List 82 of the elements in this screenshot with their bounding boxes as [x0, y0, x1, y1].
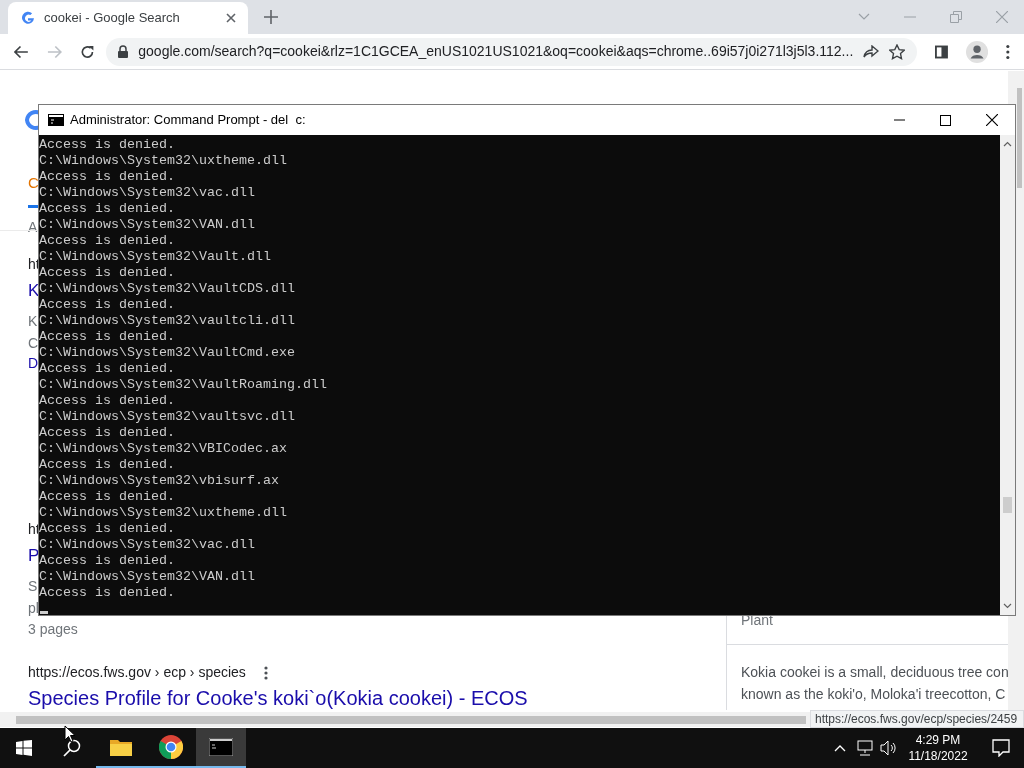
chevron-up-icon[interactable]: [834, 744, 846, 752]
share-icon[interactable]: [863, 44, 880, 59]
clock-date[interactable]: 11/18/2022: [908, 748, 968, 764]
console-line: C:\Windows\System32\VaultRoaming.dll: [39, 377, 327, 393]
console-line: Access is denied.: [39, 425, 175, 441]
page-text: S: [28, 577, 38, 596]
mouse-pointer-icon: [64, 725, 76, 743]
notification-icon[interactable]: [992, 739, 1010, 757]
console-line: Access is denied.: [39, 329, 175, 345]
search-icon: [63, 739, 81, 757]
page-text: C: [28, 334, 39, 353]
menu-icon[interactable]: [1006, 43, 1010, 60]
console-line: C:\Windows\System32\vac.dll: [39, 185, 255, 201]
close-icon[interactable]: [226, 13, 236, 23]
windows-logo-icon: [16, 740, 32, 756]
console-line: C:\Windows\System32\VaultCmd.exe: [39, 345, 295, 361]
maximize-icon[interactable]: [940, 114, 951, 126]
console-line: C:\Windows\System32\VBICodec.ax: [39, 441, 287, 457]
window-title: Administrator: Command Prompt - del c:: [70, 111, 306, 130]
console-line: Access is denied.: [39, 393, 175, 409]
console-scrollbar[interactable]: [1000, 135, 1015, 615]
scrollbar-thumb[interactable]: [1003, 497, 1012, 513]
tab-title: cookei - Google Search: [44, 9, 181, 28]
network-icon[interactable]: [856, 740, 874, 756]
console-line: C:\Windows\System32\VAN.dll: [39, 569, 255, 585]
console-line: Access is denied.: [39, 585, 175, 601]
console-line: Access is denied.: [39, 233, 175, 249]
console-line: Access is denied.: [39, 265, 175, 281]
console-line: C:\Windows\System32\Vault.dll: [39, 249, 271, 265]
chrome-icon: [159, 735, 183, 759]
status-url-tooltip: https://ecos.fws.gov/ecp/species/2459: [810, 710, 1024, 728]
taskbar-app-button[interactable]: [196, 728, 246, 768]
console-line: C:\Windows\System32\vaultsvc.dll: [39, 409, 295, 425]
side-panel-icon[interactable]: [935, 44, 949, 59]
url-text: google.com/search?q=cookei&rlz=1C1GCEA_enUS1021US1021&oq=cookei&aqs=chrome..69i57j0i271l3j5l3.112...: [138, 42, 854, 61]
lock-icon: [118, 45, 129, 58]
scrollbar-thumb[interactable]: [1017, 88, 1022, 188]
clock-time[interactable]: 4:29 PM: [915, 732, 961, 748]
page-text: D: [28, 354, 39, 373]
console-line: Access is denied.: [39, 169, 175, 184]
console-icon: [48, 114, 64, 126]
google-logo-icon: [25, 109, 41, 131]
address-bar[interactable]: google.com/search?q=cookei&rlz=1C1GCEA_enUS1021US1021&oq=cookei&aqs=chrome..69i57j0i271l3j5l3.112...: [106, 37, 918, 66]
google-logo-icon: [20, 10, 36, 26]
console-line: Access is denied.: [39, 521, 175, 537]
star-icon[interactable]: [889, 43, 906, 60]
text-cursor: [40, 611, 48, 614]
console-line: Access is denied.: [39, 361, 175, 377]
panel-description: Kokia cookei is a small, deciduous tree con: [741, 663, 1008, 682]
close-icon[interactable]: [986, 114, 998, 126]
console-icon: [209, 738, 233, 756]
result-title-link[interactable]: Species Profile for Cooke's koki`o(Kokia cookei) - ECOS: [28, 686, 528, 710]
console-line: C:\Windows\System32\vaultcli.dll: [39, 313, 295, 329]
console-line: Access is denied.: [39, 553, 175, 569]
scrollbar-thumb[interactable]: [16, 716, 806, 724]
console-line: C:\Windows\System32\VaultCDS.dll: [39, 281, 295, 297]
volume-icon[interactable]: [880, 740, 898, 756]
console-line: Access is denied.: [39, 457, 175, 473]
more-options-icon[interactable]: [263, 665, 268, 680]
console-line: C:\Windows\System32\vbisurf.ax: [39, 473, 279, 489]
console-line: Access is denied.: [39, 489, 175, 505]
folder-icon: [110, 738, 132, 756]
reload-icon[interactable]: [79, 43, 95, 60]
page-text: K: [28, 312, 38, 331]
page-text: C: [28, 174, 39, 191]
panel-description: known as the koki'o, Moloka'i treecotton, C: [741, 685, 1006, 704]
console-line: Access is denied.: [39, 201, 175, 217]
page-text: pl: [28, 599, 39, 618]
scroll-up-icon[interactable]: [1003, 141, 1012, 147]
console-line: C:\Windows\System32\uxtheme.dll: [39, 505, 287, 521]
profile-icon[interactable]: [966, 39, 989, 64]
console-line: Access is denied.: [39, 297, 175, 313]
back-arrow-icon[interactable]: [14, 44, 29, 59]
console-line: C:\Windows\System32\VAN.dll: [39, 217, 255, 233]
new-tab-icon[interactable]: [264, 10, 278, 24]
console-line: Access is denied.: [39, 137, 175, 153]
result-breadcrumb: https://ecos.fws.gov › ecp › species: [28, 663, 246, 682]
console-line: C:\Windows\System32\uxtheme.dll: [39, 153, 287, 169]
scroll-down-icon[interactable]: [1003, 603, 1012, 609]
browser-tab[interactable]: cookei - Google Search: [8, 2, 248, 34]
page-text: 3 pages: [28, 620, 78, 639]
console-line: C:\Windows\System32\vac.dll: [39, 537, 255, 552]
